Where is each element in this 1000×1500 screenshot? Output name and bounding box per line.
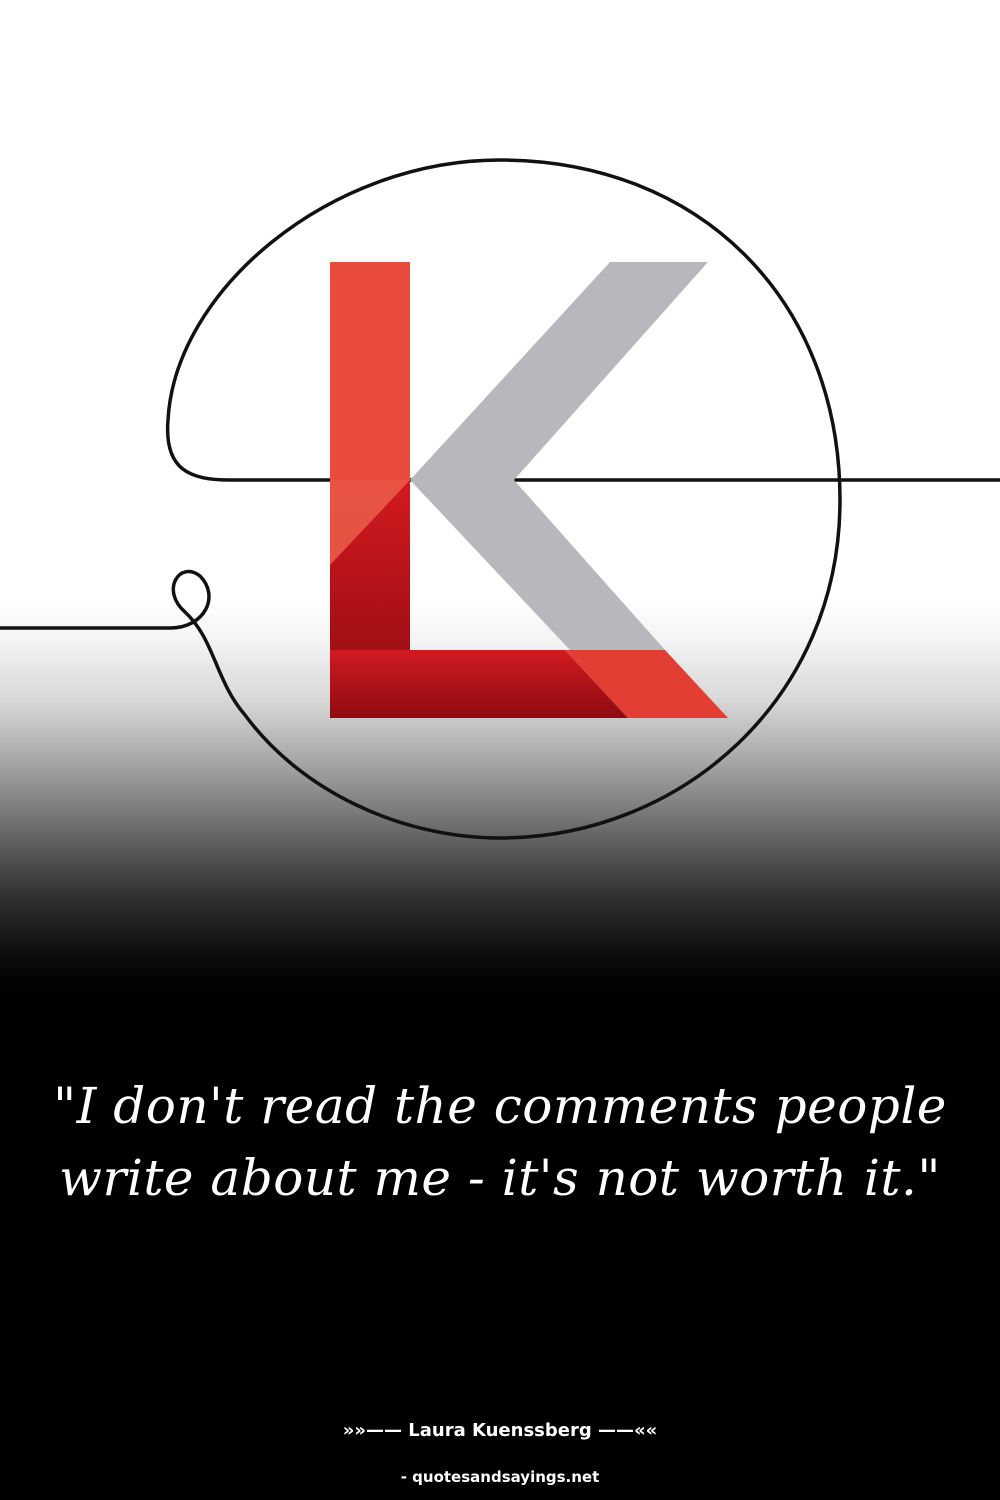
author-name: »»—— Laura Kuenssberg ——«« (342, 1420, 658, 1441)
source-link[interactable]: - quotesandsayings.net (0, 1468, 1000, 1486)
l-vertical-light (330, 262, 410, 480)
quote-text: "I don't read the comments people write … (53, 1077, 947, 1207)
lk-logo (0, 158, 1000, 840)
k-chevron-shape (410, 262, 708, 650)
quote-card: "I don't read the comments people write … (0, 0, 1000, 1500)
